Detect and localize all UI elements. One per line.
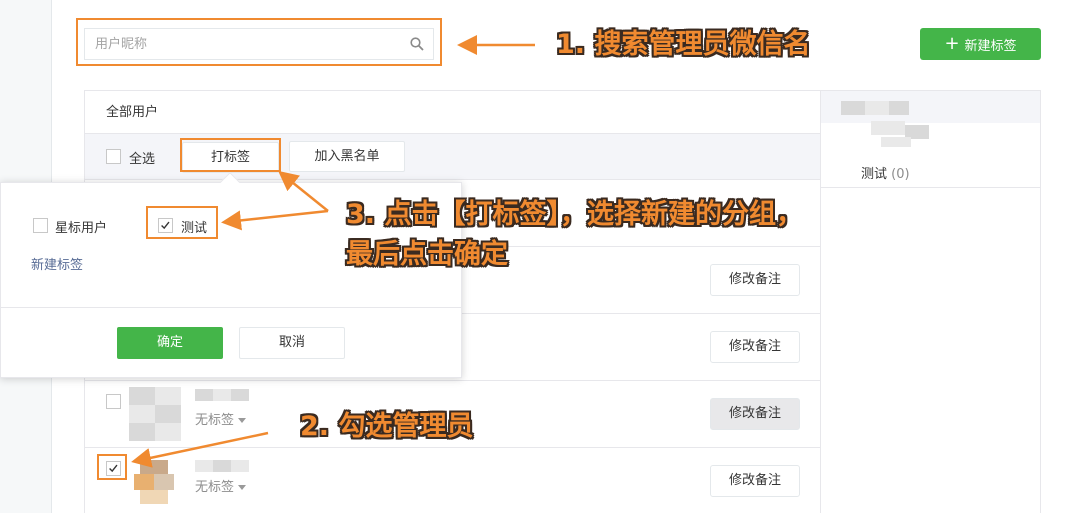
checkbox-highlight-box xyxy=(97,454,127,480)
plus-icon: + xyxy=(944,33,960,54)
confirm-button[interactable]: 确定 xyxy=(117,327,223,359)
divider xyxy=(821,187,1041,188)
chevron-down-icon xyxy=(238,485,247,490)
user-tag-label[interactable]: 无标签 xyxy=(195,476,247,495)
tag-item-test[interactable]: 测试 (0) xyxy=(861,163,910,182)
avatar xyxy=(129,387,181,441)
step3-annotation-line1: 3. 点击【打标签】，选择新建的分组， xyxy=(346,199,803,230)
step1-annotation: 1. 搜索管理员微信名 xyxy=(556,29,811,60)
user-tag-label[interactable]: 无标签 xyxy=(195,409,247,428)
chevron-down-icon xyxy=(238,418,247,423)
popover-footer-divider xyxy=(1,307,461,308)
select-all-label: 全选 xyxy=(129,152,156,167)
edit-remark-button[interactable]: 修改备注 xyxy=(710,331,800,363)
tag-button-highlight-box xyxy=(180,138,281,172)
user-nickname xyxy=(195,389,249,401)
edit-remark-button[interactable]: 修改备注 xyxy=(710,264,800,296)
tag-sidebar: 测试 (0) xyxy=(821,90,1041,513)
edit-remark-button[interactable]: 修改备注 xyxy=(710,465,800,497)
new-tag-button-label: 新建标签 xyxy=(964,38,1017,54)
star-user-checkbox[interactable] xyxy=(33,218,48,233)
blacklist-button[interactable]: 加入黑名单 xyxy=(289,141,405,172)
star-user-label: 星标用户 xyxy=(55,221,108,236)
table-row: 无标签 修改备注 xyxy=(85,447,820,513)
avatar xyxy=(134,460,174,504)
select-all-checkbox[interactable] xyxy=(106,149,121,164)
step2-annotation: 2. 勾选管理员 xyxy=(300,411,474,442)
test-tag-highlight-box xyxy=(146,206,218,239)
step3-annotation-line2: 最后点击确定 xyxy=(346,239,508,270)
user-row-checkbox[interactable] xyxy=(106,394,121,409)
blurred-group-name xyxy=(841,99,951,149)
new-tag-link[interactable]: 新建标签 xyxy=(31,254,83,273)
new-tag-button[interactable]: + 新建标签 xyxy=(920,28,1041,60)
edit-remark-button[interactable]: 修改备注 xyxy=(710,398,800,430)
search-highlight-box xyxy=(76,18,442,66)
user-nickname xyxy=(195,460,249,472)
cancel-button[interactable]: 取消 xyxy=(239,327,345,359)
panel-title: 全部用户 xyxy=(85,91,820,134)
